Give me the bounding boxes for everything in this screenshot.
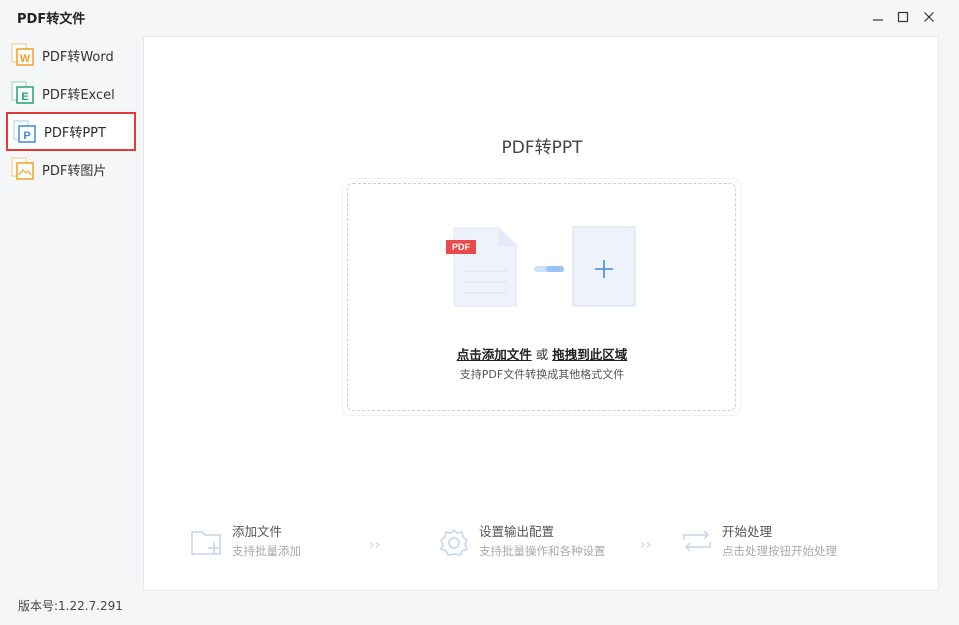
add-file-link[interactable]: 点击添加文件 (457, 347, 532, 362)
title-bar: PDF转文件 (0, 0, 959, 34)
sidebar-item-pdf-to-image[interactable]: PDF转图片 (6, 152, 136, 186)
step-output-settings: 设置输出配置 支持批量操作和各种设置 (437, 524, 606, 564)
image-file-icon (10, 156, 36, 182)
step-title: 添加文件 (232, 524, 283, 539)
step-start-processing: 开始处理 点击处理按钮开始处理 (680, 524, 837, 564)
word-file-icon: W (10, 42, 36, 68)
sidebar-item-label: PDF转Excel (42, 87, 115, 103)
svg-text:W: W (20, 53, 31, 65)
sidebar: W PDF转Word E PDF转Excel P PDF转PPT PDF转图片 (0, 36, 143, 596)
conversion-illustration (453, 226, 636, 307)
chevron-right-icon: ›› (640, 537, 652, 553)
step-desc: 点击处理按钮开始处理 (722, 544, 837, 558)
main-panel: PDF转PPT PDF 点击添加文件或拖拽到此区域 支持PDF文件转换成其他格式… (143, 36, 939, 591)
drop-instruction: 点击添加文件或拖拽到此区域 (144, 344, 940, 363)
or-text: 或 (535, 347, 549, 362)
excel-file-icon: E (10, 80, 36, 106)
sidebar-item-pdf-to-excel[interactable]: E PDF转Excel (6, 76, 136, 110)
minimize-icon (873, 19, 883, 21)
sidebar-item-label: PDF转Word (42, 49, 114, 65)
sidebar-item-pdf-to-word[interactable]: W PDF转Word (6, 38, 136, 72)
gear-icon (440, 528, 468, 556)
sidebar-item-label: PDF转PPT (44, 126, 106, 141)
maximize-icon (897, 11, 909, 23)
step-title: 开始处理 (722, 524, 773, 539)
close-icon (924, 12, 934, 22)
app-title: PDF转文件 (17, 12, 86, 27)
minimize-button[interactable] (869, 8, 887, 26)
svg-text:P: P (23, 130, 30, 142)
maximize-button[interactable] (894, 8, 912, 26)
step-desc: 支持批量操作和各种设置 (479, 544, 606, 558)
svg-text:E: E (21, 91, 28, 103)
drop-hint: 支持PDF文件转换成其他格式文件 (459, 368, 625, 381)
step-desc: 支持批量添加 (232, 544, 301, 558)
step-title: 设置输出配置 (479, 524, 555, 539)
step-add-file: 添加文件 支持批量添加 (190, 524, 301, 564)
chevron-right-icon: ›› (369, 537, 381, 553)
sidebar-item-label: PDF转图片 (42, 163, 107, 179)
close-button[interactable] (920, 8, 938, 26)
loop-arrows-icon (683, 530, 711, 552)
version-label: 版本号:1.22.7.291 (18, 599, 123, 613)
ppt-file-icon: P (12, 119, 38, 145)
drag-here-link[interactable]: 拖拽到此区域 (552, 347, 627, 362)
pdf-badge: PDF (446, 240, 476, 254)
add-folder-icon (191, 531, 221, 555)
sidebar-item-pdf-to-ppt[interactable]: P PDF转PPT (6, 112, 136, 151)
page-title: PDF转PPT (501, 138, 583, 158)
